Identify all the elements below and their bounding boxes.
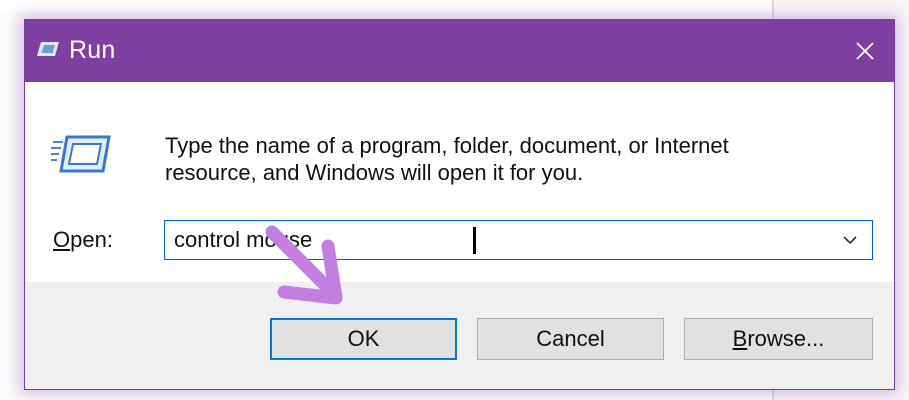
- ok-button[interactable]: OK: [270, 318, 457, 360]
- open-combobox[interactable]: [164, 220, 873, 260]
- browse-button-accel: B: [732, 326, 748, 351]
- run-program-icon: [51, 135, 111, 173]
- run-dialog: Run Type the name of a program, folder, …: [24, 19, 895, 390]
- ok-button-label: OK: [347, 326, 380, 351]
- text-cursor: [473, 227, 476, 254]
- cancel-button[interactable]: Cancel: [477, 318, 664, 360]
- chevron-down-icon: [843, 236, 857, 245]
- button-bar: OK Cancel Browse...: [25, 282, 894, 389]
- window-title: Run: [69, 36, 116, 64]
- description-line: Type the name of a program, folder, docu…: [165, 133, 729, 158]
- open-label: Open:: [53, 226, 113, 254]
- cancel-button-label: Cancel: [536, 326, 605, 351]
- dropdown-button[interactable]: [832, 222, 868, 258]
- close-icon: [856, 42, 874, 60]
- description-line: resource, and Windows will open it for y…: [165, 160, 584, 185]
- open-label-accel: O: [53, 227, 71, 252]
- dialog-body: Type the name of a program, folder, docu…: [25, 82, 894, 282]
- open-input[interactable]: [165, 221, 825, 259]
- browse-button-label: rowse...: [747, 326, 825, 351]
- browse-button[interactable]: Browse...: [684, 318, 873, 360]
- title-bar[interactable]: Run: [25, 20, 894, 82]
- close-button[interactable]: [836, 20, 894, 82]
- open-label-text: pen:: [70, 227, 113, 252]
- run-app-icon: [37, 42, 59, 56]
- dialog-description: Type the name of a program, folder, docu…: [165, 132, 865, 186]
